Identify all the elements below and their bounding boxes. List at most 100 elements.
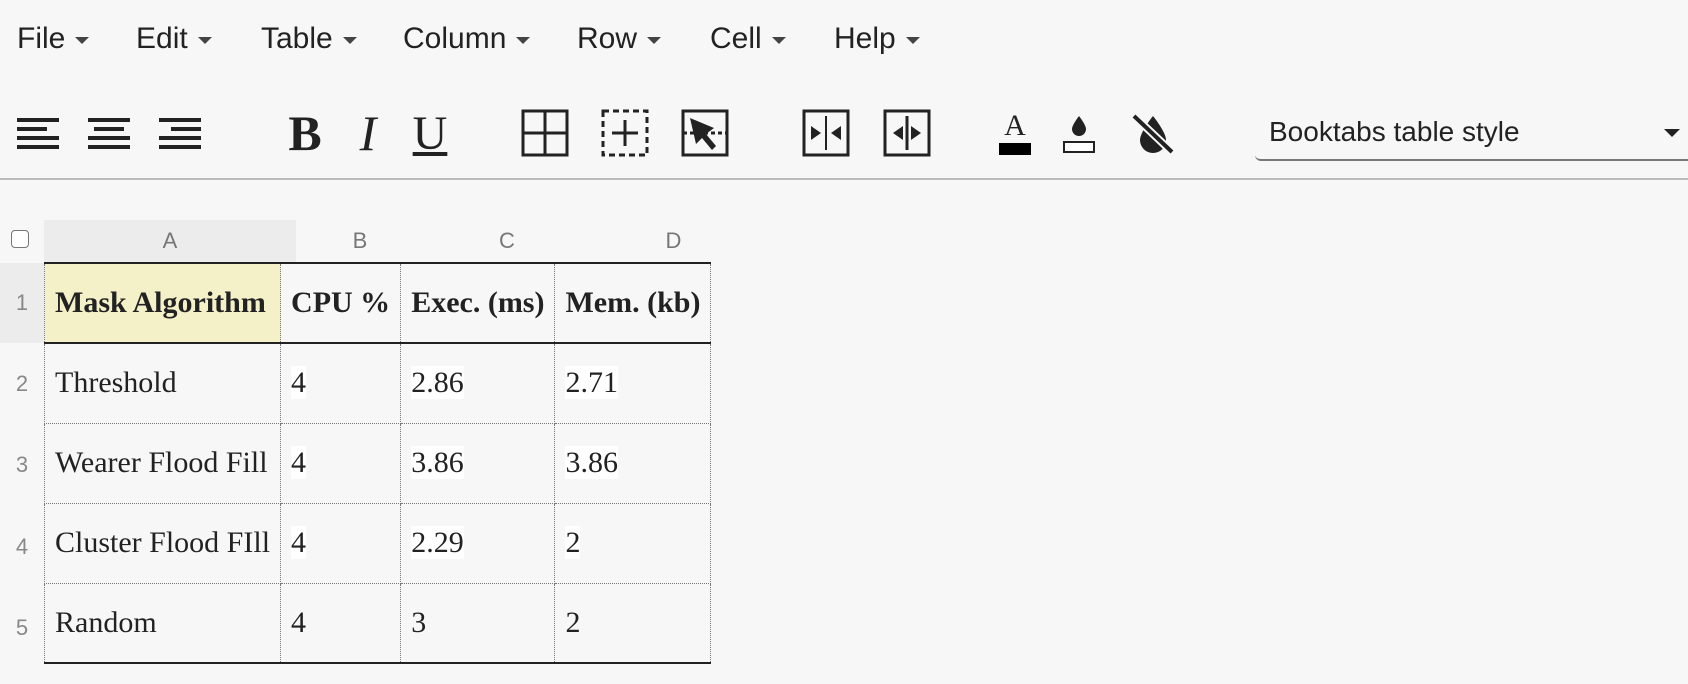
text-color-button[interactable]: A: [988, 105, 1042, 161]
cell-b2[interactable]: 4: [280, 343, 402, 424]
cell-a1[interactable]: Mask Algorithm: [43, 263, 282, 344]
table-header-row: Mask Algorithm CPU % Exec. (ms) Mem. (kb…: [43, 263, 712, 344]
cell-value: 2: [565, 526, 581, 559]
dropdown-arrow-icon: [1664, 129, 1680, 137]
cell-value: 2.86: [411, 366, 464, 400]
column-header-d[interactable]: D: [590, 220, 757, 262]
table-style-select[interactable]: Booktabs table style: [1255, 105, 1688, 161]
no-fill-icon: [1131, 113, 1175, 155]
chevron-down-icon: [197, 36, 212, 44]
menu-row-label: Row: [577, 22, 638, 55]
menu-table[interactable]: Table: [261, 18, 357, 60]
chevron-down-icon: [771, 36, 786, 44]
inner-borders-button[interactable]: [598, 105, 652, 161]
chevron-down-icon: [75, 36, 90, 44]
cell-b4[interactable]: 4: [280, 503, 402, 584]
cell-d4[interactable]: 2: [554, 503, 712, 584]
align-left-button[interactable]: [11, 105, 65, 161]
column-header-b[interactable]: B: [296, 220, 424, 262]
menu-help-label: Help: [834, 22, 896, 55]
fill-color-icon: [1072, 116, 1086, 136]
align-center-icon: [88, 118, 130, 149]
merge-cells-button[interactable]: [799, 105, 853, 161]
align-right-button[interactable]: [153, 105, 207, 161]
cell-b1[interactable]: CPU %: [280, 263, 402, 344]
cell-c1[interactable]: Exec. (ms): [400, 263, 556, 344]
text-color-swatch: [999, 143, 1031, 155]
select-borders-icon: [681, 109, 729, 157]
table-row: Wearer Flood Fill 4 3.86 3.86: [43, 423, 712, 504]
menu-help[interactable]: Help: [834, 18, 920, 60]
chevron-down-icon: [905, 36, 920, 44]
chevron-down-icon: [516, 36, 531, 44]
all-borders-button[interactable]: [518, 105, 572, 161]
italic-button[interactable]: I: [341, 105, 395, 161]
fill-color-button[interactable]: [1052, 105, 1106, 161]
chevron-down-icon: [647, 36, 662, 44]
cell-c2[interactable]: 2.86: [400, 343, 556, 424]
cell-value: 4: [291, 446, 307, 479]
column-header-c[interactable]: C: [424, 220, 590, 262]
align-center-button[interactable]: [82, 105, 136, 161]
underline-icon: U: [412, 106, 448, 160]
merge-cells-icon: [802, 109, 850, 157]
cell-d5[interactable]: 2: [554, 583, 712, 663]
align-left-icon: [17, 118, 59, 149]
inner-borders-icon: [601, 109, 649, 157]
row-header-2[interactable]: 2: [0, 344, 44, 424]
row-header-4[interactable]: 4: [0, 507, 44, 587]
toolbar: B I U A Booktabs table style: [0, 85, 1688, 180]
cell-b3[interactable]: 4: [280, 423, 402, 504]
menu-row[interactable]: Row: [577, 18, 662, 60]
menu-edit[interactable]: Edit: [136, 18, 212, 60]
cell-c4[interactable]: 2.29: [400, 503, 556, 584]
bold-button[interactable]: B: [278, 105, 332, 161]
menu-bar: File Edit Table Column Row Cell Help: [0, 0, 1688, 78]
data-table: Mask Algorithm CPU % Exec. (ms) Mem. (kb…: [43, 262, 712, 664]
fill-color-swatch: [1063, 141, 1095, 153]
cell-value: 4: [291, 526, 307, 559]
cell-d1[interactable]: Mem. (kb): [554, 263, 712, 344]
cell-a4[interactable]: Cluster Flood FIll: [43, 503, 282, 584]
align-right-icon: [159, 118, 201, 149]
cell-a5[interactable]: Random: [43, 583, 282, 663]
menu-column-label: Column: [403, 22, 507, 55]
cell-c5[interactable]: 3: [400, 583, 556, 663]
menu-file-label: File: [17, 22, 66, 55]
row-header-1[interactable]: 1: [0, 263, 44, 343]
cell-value: 4: [291, 366, 307, 400]
italic-icon: I: [359, 105, 377, 161]
row-header-3[interactable]: 3: [0, 425, 44, 505]
all-borders-icon: [521, 109, 569, 157]
column-header-a[interactable]: A: [44, 220, 296, 262]
cell-b5[interactable]: 4: [280, 583, 402, 663]
cell-value: 3.86: [565, 446, 618, 479]
table-row: Threshold 4 2.86 2.71: [43, 343, 712, 424]
row-header-5[interactable]: 5: [0, 588, 44, 668]
split-cells-icon: [883, 109, 931, 157]
cell-a3[interactable]: Wearer Flood Fill: [43, 423, 282, 504]
menu-cell[interactable]: Cell: [710, 18, 786, 60]
cell-c3[interactable]: 3.86: [400, 423, 556, 504]
select-all-checkbox[interactable]: [11, 230, 29, 248]
no-fill-button[interactable]: [1126, 105, 1180, 161]
menu-table-label: Table: [261, 22, 333, 55]
split-cells-button[interactable]: [880, 105, 934, 161]
cell-value: 3.86: [411, 446, 464, 479]
cell-a2[interactable]: Threshold: [43, 343, 282, 424]
menu-cell-label: Cell: [710, 22, 762, 55]
table-row: Random 4 3 2: [43, 583, 712, 663]
select-borders-button[interactable]: [678, 105, 732, 161]
bold-icon: B: [288, 105, 322, 161]
cell-d2[interactable]: 2.71: [554, 343, 712, 424]
underline-button[interactable]: U: [403, 105, 457, 161]
cell-value: 2.29: [411, 526, 464, 559]
menu-column[interactable]: Column: [403, 18, 531, 60]
menu-file[interactable]: File: [17, 18, 90, 60]
table-row: Cluster Flood FIll 4 2.29 2: [43, 503, 712, 584]
cell-value: 2.71: [565, 366, 618, 400]
text-color-icon: A: [1004, 109, 1026, 142]
menu-edit-label: Edit: [136, 22, 188, 55]
chevron-down-icon: [342, 36, 357, 44]
cell-d3[interactable]: 3.86: [554, 423, 712, 504]
